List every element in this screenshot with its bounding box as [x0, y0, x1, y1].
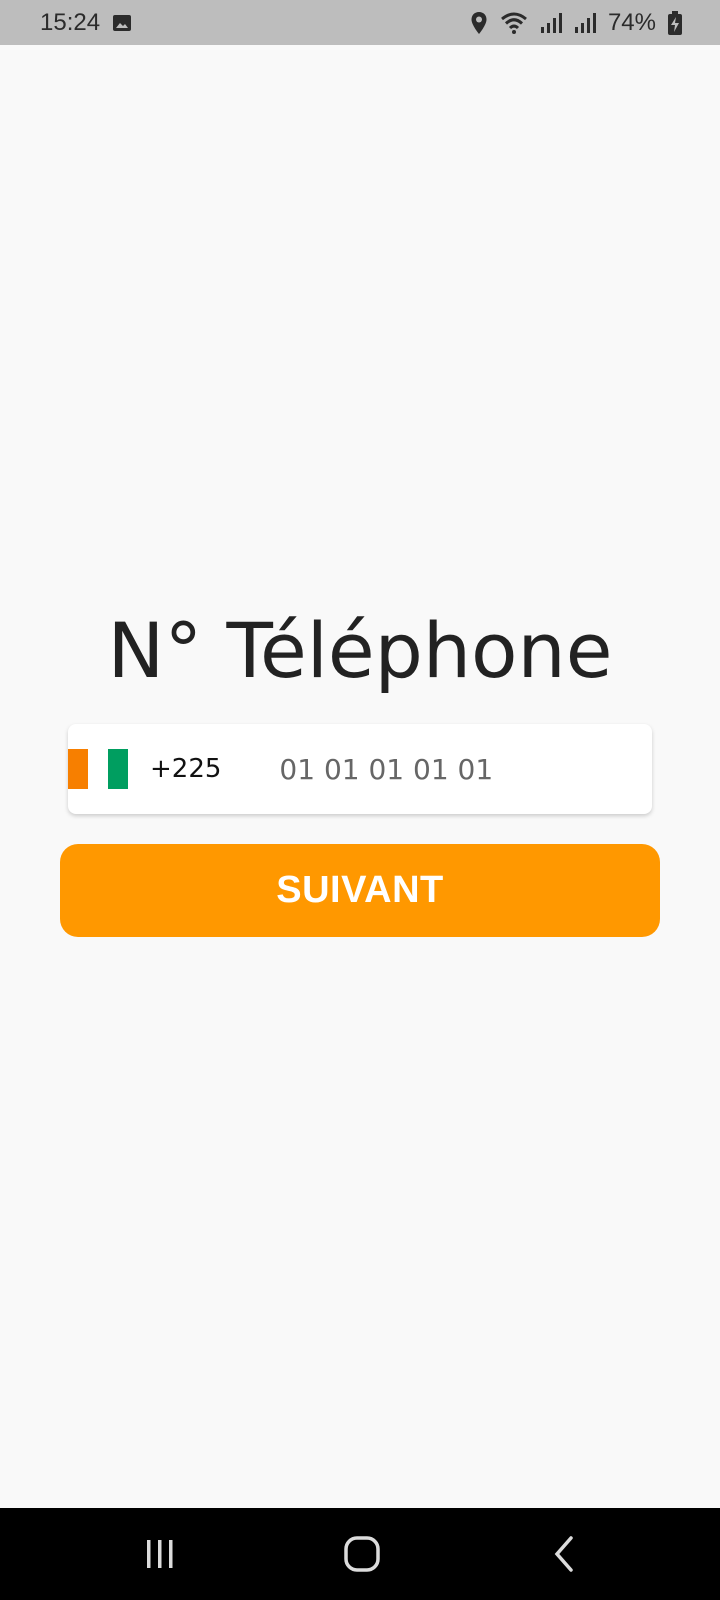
signal-icon [540, 12, 562, 34]
cote-divoire-flag-icon[interactable] [68, 749, 128, 789]
signal-icon [574, 12, 596, 34]
location-icon [470, 11, 488, 35]
next-button[interactable]: SUIVANT [60, 844, 660, 937]
status-bar: 15:24 74% [0, 0, 720, 45]
recent-apps-icon[interactable] [130, 1530, 190, 1578]
country-dial-code[interactable]: +225 [150, 754, 221, 784]
status-right: 74% [470, 9, 682, 37]
page-title: N° Téléphone [107, 606, 613, 695]
battery-percentage: 74% [607, 8, 656, 36]
phone-number-input[interactable] [279, 752, 600, 786]
wifi-icon [500, 11, 528, 35]
navigation-bar [0, 1508, 720, 1600]
home-icon[interactable] [332, 1530, 392, 1578]
back-icon[interactable] [534, 1530, 594, 1578]
image-icon [112, 13, 132, 33]
status-time: 15:24 [40, 8, 101, 36]
phone-number-field[interactable]: +225 [68, 724, 652, 814]
status-left: 15:24 [40, 9, 132, 37]
battery-charging-icon [668, 10, 682, 35]
